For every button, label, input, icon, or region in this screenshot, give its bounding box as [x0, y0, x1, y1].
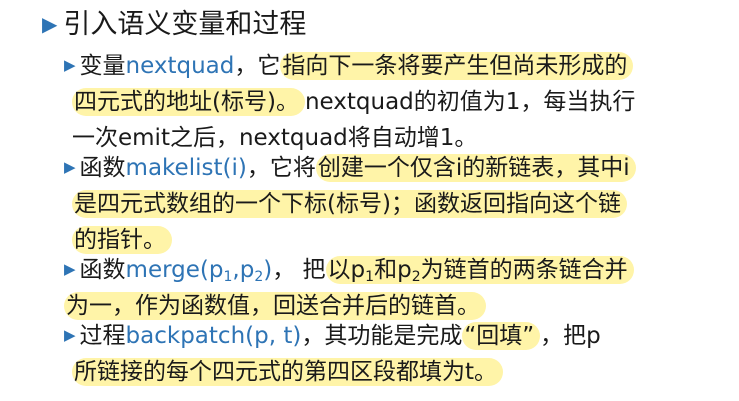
highlighted-text: 是四元式数组的一个下标(标号)；函数返回指向这个链	[72, 190, 627, 218]
subscript: 1	[365, 269, 375, 285]
triangle-right-icon: ▶	[42, 12, 58, 36]
slide: ▶ 引入语义变量和过程 ▶ 变量nextquad，它指向下一条将要产生但尚未形成的 …	[0, 0, 739, 401]
text: nextquad的初值为1，每当执行	[304, 89, 636, 115]
item-line: 四元式的地址(标号)。 nextquad的初值为1，每当执行	[64, 84, 724, 120]
text: ，它	[234, 53, 281, 79]
highlighted-text: 四元式的地址(标号)。	[72, 88, 305, 116]
heading-text: 引入语义变量和过程	[63, 9, 307, 40]
text: ，其功能是完成	[301, 323, 463, 349]
item-line: ▶ 变量nextquad，它指向下一条将要产生但尚未形成的	[64, 48, 724, 84]
text: 过程	[79, 323, 126, 349]
item-line: 所链接的每个四元式的第四区段都填为t。	[64, 354, 724, 390]
highlighted-text: 创建一个仅含i的新链表，其中i	[315, 154, 636, 182]
text: 为链首的两条链合并	[420, 257, 628, 283]
highlighted-text: 以p1和p2为链首的两条链合并	[325, 256, 634, 285]
keyword-nextquad: nextquad	[125, 53, 235, 79]
bullet-item-backpatch: ▶ 过程backpatch(p, t)，其功能是完成“回填” ，把p 所链接的每个四…	[64, 318, 724, 390]
text: )	[263, 257, 273, 283]
triangle-right-icon: ▶	[64, 158, 76, 176]
highlighted-text: 指向下一条将要产生但尚未形成的	[280, 52, 634, 80]
text: 和p	[374, 257, 412, 283]
slide-heading: ▶ 引入语义变量和过程	[42, 6, 306, 45]
text: ，它将	[246, 155, 316, 181]
highlighted-text: 的指针。	[72, 226, 172, 254]
text: merge(p	[125, 257, 224, 283]
highlighted-text: “回填”	[462, 322, 541, 350]
text: ， 把	[272, 257, 326, 283]
highlighted-text: 为一，作为函数值，回送合并后的链首。	[64, 292, 486, 320]
item-line: ▶ 函数merge(p1,p2)， 把以p1和p2为链首的两条链合并	[64, 252, 724, 288]
bullet-item-nextquad: ▶ 变量nextquad，它指向下一条将要产生但尚未形成的 四元式的地址(标号)。…	[64, 48, 724, 156]
bullet-item-merge: ▶ 函数merge(p1,p2)， 把以p1和p2为链首的两条链合并 为一，作为函…	[64, 252, 724, 324]
text: 函数	[79, 257, 126, 283]
highlighted-text: 所链接的每个四元式的第四区段都填为t。	[72, 358, 504, 386]
keyword-merge: merge(p1,p2)	[125, 257, 273, 285]
text: ，把p	[540, 323, 601, 349]
text: 以p	[327, 257, 366, 283]
keyword-makelist: makelist(i)	[125, 155, 247, 181]
item-line: 是四元式数组的一个下标(标号)；函数返回指向这个链	[64, 186, 724, 222]
text: 一次emit之后，nextquad将自动增1。	[72, 125, 478, 151]
triangle-right-icon: ▶	[64, 260, 76, 278]
bullet-item-makelist: ▶ 函数makelist(i)，它将创建一个仅含i的新链表，其中i 是四元式数组的…	[64, 150, 724, 258]
keyword-backpatch: backpatch(p, t)	[125, 323, 302, 349]
item-line: ▶ 过程backpatch(p, t)，其功能是完成“回填” ，把p	[64, 318, 724, 354]
triangle-right-icon: ▶	[64, 56, 76, 74]
triangle-right-icon: ▶	[64, 326, 76, 344]
item-line: ▶ 函数makelist(i)，它将创建一个仅含i的新链表，其中i	[64, 150, 724, 186]
text: 函数	[79, 155, 126, 181]
text: ,p	[232, 257, 255, 283]
subscript: 2	[254, 269, 264, 285]
subscript: 2	[411, 269, 421, 285]
text: 变量	[79, 53, 126, 79]
